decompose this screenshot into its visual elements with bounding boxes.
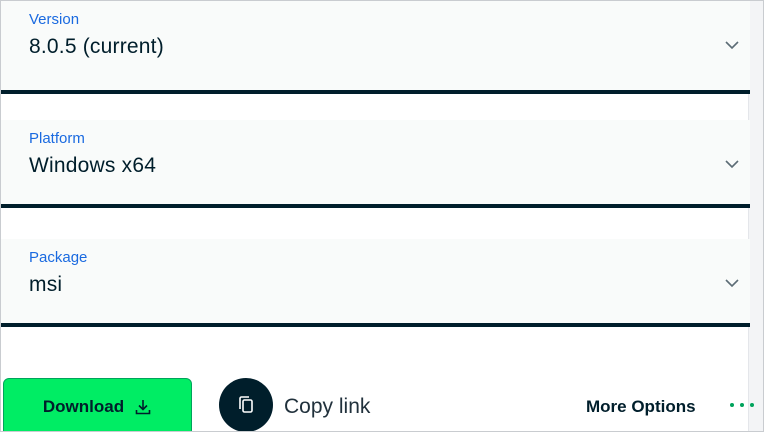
more-dots-icon[interactable] [730,403,754,407]
platform-select[interactable]: Platform Windows x64 [1,120,750,208]
download-button[interactable]: Download [3,378,192,431]
download-panel: Version 8.0.5 (current) Platform Windows… [0,0,764,432]
copy-link-button[interactable] [219,378,273,431]
platform-value: Windows x64 [29,154,157,177]
package-value: msi [29,273,63,296]
dot [730,403,734,407]
version-label: Version [29,11,80,28]
version-select[interactable]: Version 8.0.5 (current) [1,1,750,94]
platform-label: Platform [29,130,85,147]
package-select[interactable]: Package msi [1,239,750,327]
copy-link-label[interactable]: Copy link [284,395,370,419]
download-button-label: Download [42,397,125,416]
dot [740,403,744,407]
package-label: Package [29,249,88,266]
dot [750,403,754,407]
download-icon [135,400,151,415]
chevron-down-icon [725,160,739,169]
copy-icon [239,396,253,413]
more-options-button[interactable]: More Options [586,397,696,417]
version-value: 8.0.5 (current) [29,35,164,58]
scrollbar[interactable] [748,1,763,431]
chevron-down-icon [725,279,739,288]
chevron-down-icon [725,41,739,50]
